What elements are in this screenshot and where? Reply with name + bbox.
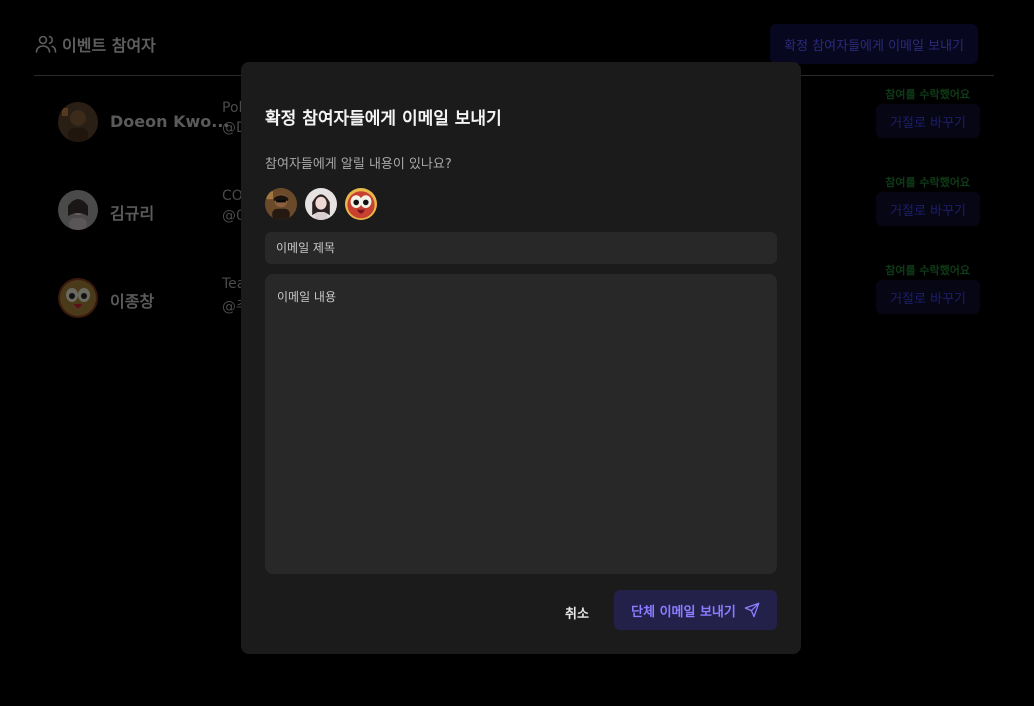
avatar bbox=[265, 188, 297, 220]
status-badge: 참여를 수락했어요 bbox=[885, 264, 970, 277]
email-subject-input[interactable] bbox=[265, 232, 777, 264]
cancel-button[interactable]: 취소 bbox=[555, 594, 599, 630]
change-to-rejected-button[interactable]: 거절로 바꾸기 bbox=[876, 280, 980, 314]
attendee-role: CO bbox=[222, 188, 243, 204]
email-modal: 확정 참여자들에게 이메일 보내기 참여자들에게 알릴 내용이 있나요? 이메일… bbox=[241, 62, 801, 654]
attendee-name: Doeon Kwo... bbox=[110, 112, 230, 131]
modal-subtitle: 참여자들에게 알릴 내용이 있나요? bbox=[265, 157, 452, 172]
attendee-name: 이종창 bbox=[110, 292, 155, 311]
attendee-role: Pol bbox=[222, 100, 243, 116]
bulk-email-button[interactable]: 확정 참여자들에게 이메일 보내기 bbox=[770, 24, 978, 64]
send-bulk-email-label: 단체 이메일 보내기 bbox=[631, 604, 736, 620]
avatar bbox=[58, 102, 98, 142]
avatar bbox=[345, 188, 377, 220]
recipient-avatars bbox=[265, 188, 377, 220]
status-badge: 참여를 수락했어요 bbox=[885, 88, 970, 101]
send-bulk-email-button[interactable]: 단체 이메일 보내기 bbox=[614, 590, 777, 630]
status-badge: 참여를 수락했어요 bbox=[885, 176, 970, 189]
change-to-rejected-button[interactable]: 거절로 바꾸기 bbox=[876, 104, 980, 138]
page-title: 이벤트 참여자 bbox=[34, 32, 156, 56]
users-icon bbox=[35, 35, 57, 53]
modal-title: 확정 참여자들에게 이메일 보내기 bbox=[265, 109, 502, 129]
change-to-rejected-button[interactable]: 거절로 바꾸기 bbox=[876, 192, 980, 226]
avatar bbox=[305, 188, 337, 220]
avatar bbox=[58, 190, 98, 230]
avatar bbox=[58, 278, 98, 318]
page-title-text: 이벤트 참여자 bbox=[62, 36, 156, 55]
send-icon bbox=[744, 602, 760, 618]
attendee-name: 김규리 bbox=[110, 204, 155, 223]
email-body-textarea[interactable] bbox=[265, 274, 777, 574]
